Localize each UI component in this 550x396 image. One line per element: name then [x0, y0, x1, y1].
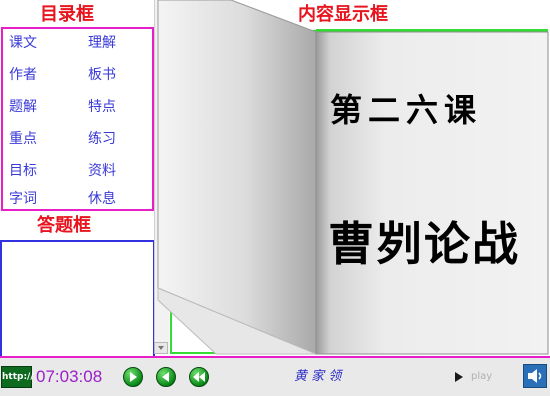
lesson-number: 第二六课	[330, 91, 483, 129]
right-page	[315, 31, 549, 355]
book-illustration	[157, 0, 549, 355]
menu-item-lianxi[interactable]: 练习	[88, 131, 116, 147]
menu-item-tijie[interactable]: 题解	[9, 99, 37, 115]
next-page-button[interactable]	[156, 367, 176, 387]
menu-item-tedian[interactable]: 特点	[88, 99, 116, 115]
menu-item-xiuxi[interactable]: 休息	[88, 191, 116, 207]
http-button[interactable]: http://	[1, 366, 34, 388]
menu-box-label: 目录框	[40, 4, 94, 25]
menu-item-mubiao[interactable]: 目标	[9, 163, 37, 179]
prev-page-icon	[130, 372, 137, 382]
answer-box-label: 答题框	[37, 215, 91, 236]
lesson-title: 曹刿论战	[328, 217, 520, 271]
menu-box: 课文 理解 作者 板书 题解 特点 重点 练习 目标 资料 字词 休息	[1, 27, 154, 211]
menu-item-zhongdian[interactable]: 重点	[9, 131, 37, 147]
next-page-icon	[162, 372, 169, 382]
menu-item-kewen[interactable]: 课文	[9, 35, 37, 51]
footer-bar: http:// 07:03:08 黄 家 领 play	[0, 358, 550, 396]
prev-page-button[interactable]	[123, 367, 143, 387]
rewind-icon	[193, 372, 205, 382]
menu-item-zuozhe[interactable]: 作者	[9, 67, 37, 83]
menu-item-zici[interactable]: 字词	[9, 191, 37, 207]
clock-display: 07:03:08	[36, 367, 103, 386]
rewind-button[interactable]	[189, 367, 209, 387]
author-name: 黄 家 领	[294, 369, 342, 384]
menu-item-banshu[interactable]: 板书	[88, 67, 116, 83]
menu-item-ziliao[interactable]: 资料	[88, 163, 116, 179]
play-icon	[455, 372, 463, 382]
volume-icon	[528, 369, 542, 383]
menu-item-lijie[interactable]: 理解	[88, 35, 116, 51]
play-label: play	[471, 371, 493, 382]
answer-box[interactable]	[0, 240, 155, 358]
volume-button[interactable]	[523, 364, 547, 388]
